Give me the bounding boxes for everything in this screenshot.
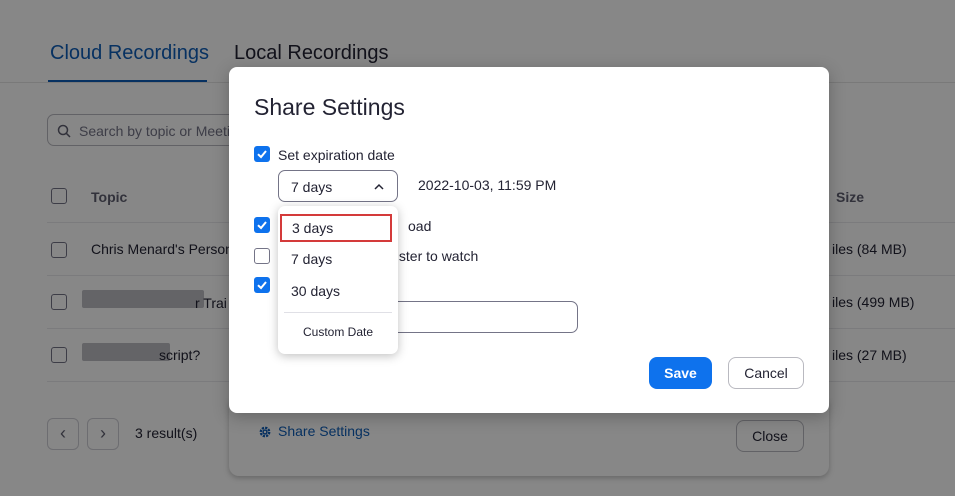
cancel-button[interactable]: Cancel: [728, 357, 804, 389]
expiration-checkbox[interactable]: [254, 146, 270, 162]
chevron-up-icon: [374, 183, 384, 190]
expiration-date-text: 2022-10-03, 11:59 PM: [418, 177, 557, 193]
expiration-label: Set expiration date: [278, 147, 395, 163]
checkmark-icon: [257, 281, 267, 290]
passcode-input[interactable]: [388, 301, 578, 333]
expiration-select-value: 7 days: [291, 179, 333, 195]
dialog-title: Share Settings: [254, 94, 405, 120]
register-to-watch-label: gister to watch: [388, 248, 479, 264]
menu-item-7-days[interactable]: 7 days: [278, 245, 398, 273]
allow-download-checkbox[interactable]: [254, 217, 270, 233]
save-button[interactable]: Save: [649, 357, 712, 389]
menu-item-custom-date[interactable]: Custom Date: [278, 325, 398, 339]
register-to-watch-checkbox[interactable]: [254, 248, 270, 264]
checkmark-icon: [257, 150, 267, 159]
menu-item-3-days[interactable]: 3 days: [280, 214, 392, 242]
expiration-select[interactable]: 7 days: [278, 170, 398, 202]
menu-item-30-days[interactable]: 30 days: [278, 277, 398, 305]
allow-download-label: oad: [408, 218, 432, 234]
menu-divider: [284, 312, 392, 313]
checkmark-icon: [257, 221, 267, 230]
expiration-dropdown-menu: 3 days 7 days 30 days Custom Date: [278, 206, 398, 354]
passcode-checkbox[interactable]: [254, 277, 270, 293]
